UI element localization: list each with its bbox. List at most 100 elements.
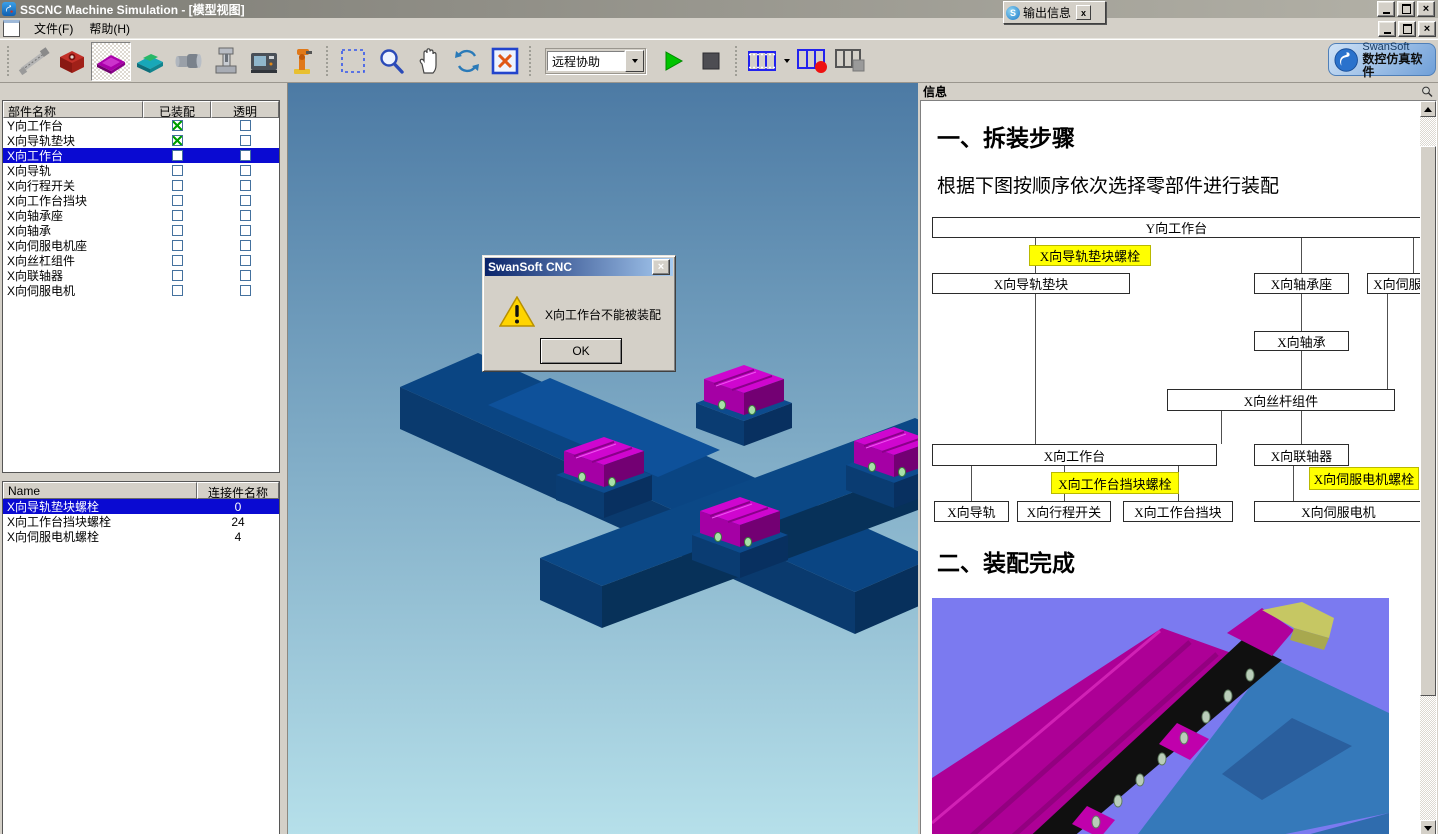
info-scrollbar[interactable] [1420, 101, 1436, 834]
stop-record-icon[interactable] [831, 43, 869, 80]
column-header-connector-count[interactable]: 连接件名称 [197, 482, 279, 499]
scroll-up-button[interactable] [1420, 101, 1436, 117]
app-icon[interactable] [2, 2, 16, 16]
arrow-down-icon [1424, 826, 1432, 831]
part-row[interactable]: X向伺服电机 [3, 283, 279, 298]
part-row[interactable]: X向导轨 [3, 163, 279, 178]
transparent-checkbox[interactable] [240, 195, 251, 206]
column-header-name[interactable]: Name [3, 482, 197, 499]
fit-view-icon[interactable] [486, 43, 524, 80]
transparent-checkbox[interactable] [240, 165, 251, 176]
worktable-icon[interactable] [91, 42, 131, 81]
record-animation-icon[interactable] [793, 43, 831, 80]
assembled-checkbox[interactable] [172, 225, 183, 236]
part-row[interactable]: X向轴承 [3, 223, 279, 238]
dialog-close-button[interactable]: × [652, 259, 670, 275]
part-row[interactable]: X向行程开关 [3, 178, 279, 193]
part-row[interactable]: X向联轴器 [3, 268, 279, 283]
connector-row[interactable]: X向伺服电机螺栓4 [3, 529, 279, 544]
transparent-checkbox[interactable] [240, 255, 251, 266]
remote-assist-value[interactable]: 远程协助 [547, 51, 625, 71]
remote-assist-dropdown[interactable]: 远程协助 [545, 48, 646, 74]
assembled-checkbox[interactable] [172, 135, 183, 146]
rotate-icon[interactable] [448, 43, 486, 80]
chevron-down-icon[interactable] [625, 50, 644, 72]
menu-help[interactable]: 帮助(H) [81, 18, 138, 39]
assembled-machine-image [932, 598, 1389, 834]
flowchart-part-box: X向工作台 [932, 444, 1217, 466]
child-window-icon[interactable] [3, 20, 20, 37]
machine-3d-scene[interactable] [288, 83, 918, 834]
part-row[interactable]: X向工作台挡块 [3, 193, 279, 208]
pan-hand-icon[interactable] [410, 43, 448, 80]
marquee-select-icon[interactable] [334, 43, 372, 80]
assembled-checkbox[interactable] [172, 150, 183, 161]
cnc-machine-icon[interactable] [245, 43, 283, 80]
part-row[interactable]: Y向工作台 [3, 118, 279, 133]
assembled-checkbox[interactable] [172, 210, 183, 221]
output-close-button[interactable]: x [1076, 5, 1091, 20]
scrollbar-thumb[interactable] [1420, 146, 1436, 696]
column-header-assembled[interactable]: 已装配 [143, 101, 211, 118]
assembled-checkbox[interactable] [172, 195, 183, 206]
gearbox-icon[interactable] [53, 43, 91, 80]
pin-icon[interactable] [1421, 86, 1433, 98]
part-row[interactable]: X向丝杠组件 [3, 253, 279, 268]
transparent-checkbox[interactable] [240, 135, 251, 146]
chevron-down-icon[interactable] [781, 59, 793, 63]
close-button[interactable]: × [1417, 1, 1435, 17]
column-header-transparent[interactable]: 透明 [211, 101, 279, 118]
toolbar-grip[interactable] [325, 45, 330, 77]
model-viewport[interactable]: SwanSoft CNC × X向工作台不能被装配 OK [288, 83, 918, 834]
ballscrew-icon[interactable] [15, 43, 53, 80]
restore-button[interactable] [1397, 1, 1415, 17]
connector-row[interactable]: X向导轨垫块螺栓0 [3, 499, 279, 514]
child-close-button[interactable]: × [1418, 21, 1436, 37]
play-animation-icon[interactable] [654, 43, 692, 80]
connector-row[interactable]: X向工作台挡块螺栓24 [3, 514, 279, 529]
column-header-part-name[interactable]: 部件名称 [3, 101, 143, 118]
assembled-checkbox[interactable] [172, 240, 183, 251]
transparent-checkbox[interactable] [240, 210, 251, 221]
checkbox-cell [143, 255, 211, 266]
dialog-body: X向工作台不能被装配 OK [483, 278, 675, 371]
child-restore-button[interactable] [1398, 21, 1416, 37]
play-record-icon[interactable] [743, 43, 781, 80]
transparent-checkbox[interactable] [240, 240, 251, 251]
toolbar-grip[interactable] [6, 45, 11, 77]
transparent-checkbox[interactable] [240, 285, 251, 296]
close-icon: × [1424, 24, 1430, 34]
panel-splitter[interactable] [0, 473, 282, 481]
scroll-down-button[interactable] [1420, 820, 1436, 834]
toolbar-grip[interactable] [528, 45, 533, 77]
assembled-checkbox[interactable] [172, 270, 183, 281]
dialog-title-bar[interactable]: SwanSoft CNC × [485, 258, 673, 276]
part-row[interactable]: X向伺服电机座 [3, 238, 279, 253]
assembled-checkbox[interactable] [172, 180, 183, 191]
toolbar-grip[interactable] [734, 45, 739, 77]
checkbox-cell [143, 285, 211, 296]
part-row[interactable]: X向导轨垫块 [3, 133, 279, 148]
drill-machine-icon[interactable] [207, 43, 245, 80]
menu-file[interactable]: 文件(F) [26, 18, 81, 39]
transparent-checkbox[interactable] [240, 180, 251, 191]
stop-animation-icon[interactable] [692, 43, 730, 80]
part-row[interactable]: X向工作台 [3, 148, 279, 163]
robot-arm-icon[interactable] [283, 43, 321, 80]
transparent-checkbox[interactable] [240, 225, 251, 236]
assembled-checkbox[interactable] [172, 120, 183, 131]
assembled-checkbox[interactable] [172, 165, 183, 176]
coupling-icon[interactable] [169, 43, 207, 80]
ok-button[interactable]: OK [540, 338, 622, 364]
transparent-checkbox[interactable] [240, 120, 251, 131]
assembled-checkbox[interactable] [172, 285, 183, 296]
transparent-checkbox[interactable] [240, 270, 251, 281]
minimize-button[interactable] [1377, 1, 1395, 17]
part-row[interactable]: X向轴承座 [3, 208, 279, 223]
assembled-checkbox[interactable] [172, 255, 183, 266]
output-info-window[interactable]: S 输出信息 x [1003, 1, 1106, 24]
zoom-icon[interactable] [372, 43, 410, 80]
machine-bed-icon[interactable] [131, 43, 169, 80]
transparent-checkbox[interactable] [240, 150, 251, 161]
child-minimize-button[interactable] [1378, 21, 1396, 37]
